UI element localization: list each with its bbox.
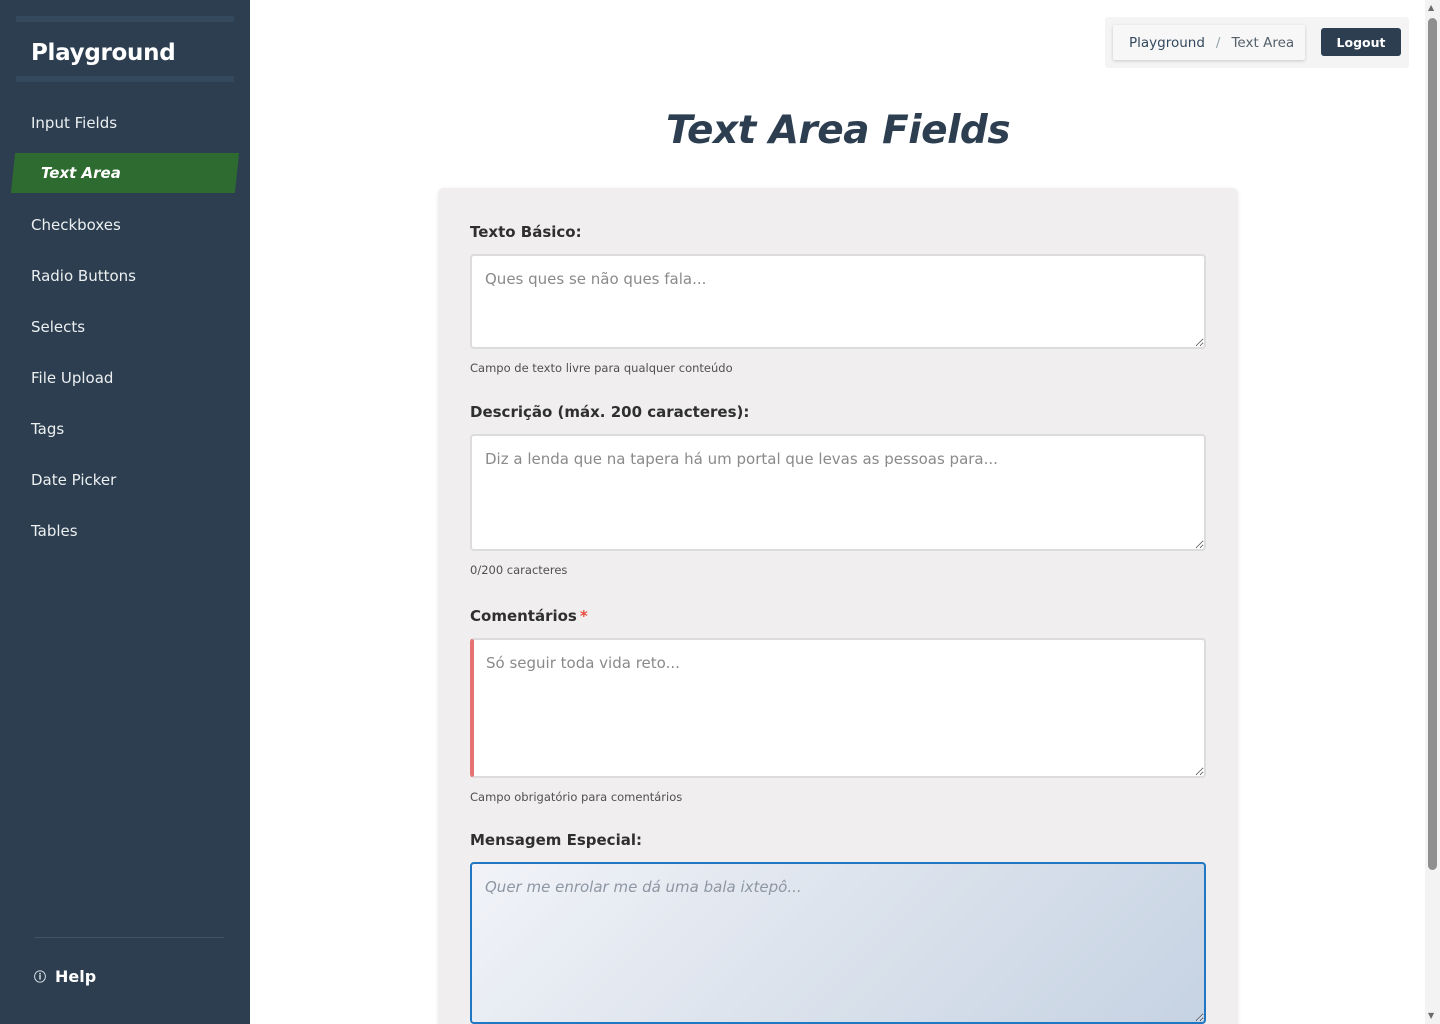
breadcrumb-playground[interactable]: Playground [1129,35,1205,51]
basic-text-help: Campo de texto livre para qualquer conte… [470,361,733,375]
sidebar-item-checkboxes[interactable]: Checkboxes [31,216,121,234]
logout-button[interactable]: Logout [1321,28,1401,56]
sidebar-item-radio-buttons[interactable]: Radio Buttons [31,267,136,285]
page-scrollbar[interactable]: ▲ ▼ [1425,0,1440,1024]
scroll-up-icon[interactable]: ▲ [1428,3,1434,12]
page-title: Text Area Fields [665,108,1011,153]
comments-label: Comentários * [470,607,588,625]
help-link[interactable]: ⓘ Help [33,967,96,986]
breadcrumb: Playground / Text Area [1113,25,1305,60]
topbar: Playground / Text Area Logout [1105,17,1409,68]
sidebar-item-input-fields[interactable]: Input Fields [31,114,117,132]
comments-label-text: Comentários [470,607,577,625]
sidebar-item-file-upload[interactable]: File Upload [31,369,113,387]
special-message-textarea[interactable] [470,862,1206,1024]
scroll-down-icon[interactable]: ▼ [1428,1011,1434,1020]
sidebar-divider [34,937,224,938]
required-asterisk: * [579,607,588,625]
sidebar-item-tables[interactable]: Tables [31,522,78,540]
character-counter: 0/200 caracteres [470,563,568,577]
basic-text-textarea[interactable] [470,254,1206,349]
brand: Playground [16,16,234,82]
breadcrumb-current: Text Area [1231,34,1295,51]
help-label: Help [55,967,97,986]
sidebar-item-text-area[interactable]: Text Area [41,164,121,182]
comments-textarea[interactable] [470,638,1206,778]
sidebar-item-selects[interactable]: Selects [31,318,85,336]
description-textarea[interactable] [470,434,1206,551]
sidebar: Playground Input Fields Text Area Checkb… [0,0,250,1024]
breadcrumb-separator: / [1215,34,1221,51]
brand-title: Playground [31,40,176,66]
basic-text-label: Texto Básico: [470,223,582,241]
comments-help: Campo obrigatório para comentários [470,790,683,804]
sidebar-item-date-picker[interactable]: Date Picker [31,471,116,489]
sidebar-item-tags[interactable]: Tags [31,420,64,438]
info-icon: ⓘ [33,970,46,984]
special-message-label: Mensagem Especial: [470,831,642,849]
scroll-thumb[interactable] [1428,18,1437,870]
description-label: Descrição (máx. 200 caracteres): [470,403,750,421]
